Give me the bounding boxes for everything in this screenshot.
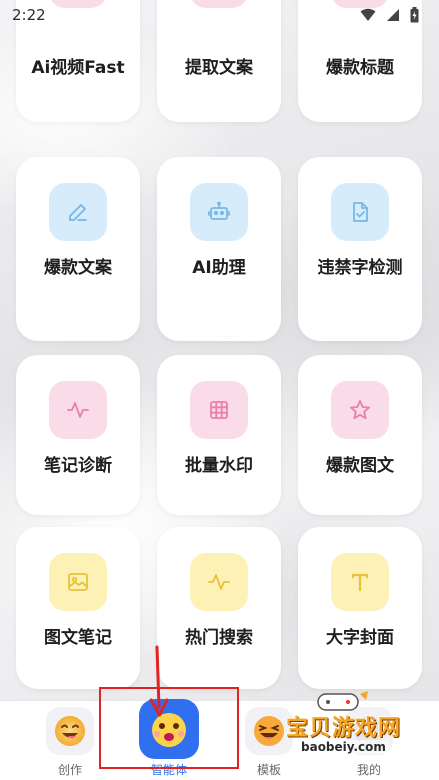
- image-icon: [68, 573, 88, 591]
- grid-icon: [210, 401, 228, 419]
- tool-label: 违禁字检测: [317, 258, 403, 278]
- watermark-text: 宝贝游戏网: [286, 716, 402, 741]
- tool-card-hot-graphic[interactable]: 爆款图文: [298, 355, 422, 515]
- tool-icon-bg: [331, 183, 389, 241]
- tool-label: 提取文案: [185, 58, 253, 78]
- tool-icon-bg: [331, 553, 389, 611]
- tool-label: 笔记诊断: [44, 456, 112, 476]
- signal-icon: [387, 9, 399, 21]
- status-bar: 2:22: [0, 0, 439, 30]
- tool-icon-bg: [49, 553, 107, 611]
- tool-label: 批量水印: [185, 456, 253, 476]
- tool-card-banned-word-check[interactable]: 违禁字检测: [298, 157, 422, 341]
- tool-label: Ai视频Fast: [31, 58, 125, 78]
- pulse-icon: [67, 402, 89, 418]
- tool-card-ai-assistant[interactable]: AI助理: [157, 157, 281, 341]
- tool-label: 爆款图文: [326, 456, 394, 476]
- tool-icon-bg: [49, 381, 107, 439]
- wifi-icon: [360, 8, 376, 21]
- tool-card-batch-watermark[interactable]: 批量水印: [157, 355, 281, 515]
- status-icons: [360, 7, 419, 23]
- tool-icon-bg: [190, 553, 248, 611]
- tool-label: 爆款文案: [44, 258, 112, 278]
- text-t-icon: [351, 573, 369, 592]
- tool-label: AI助理: [192, 258, 246, 278]
- tool-icon-bg: [190, 183, 248, 241]
- watermark-url: baobeiy.com: [298, 740, 389, 754]
- watermark-logo: 宝贝游戏网 baobeiy.com: [282, 690, 439, 780]
- tool-icon-bg: [190, 381, 248, 439]
- smiley-face-icon: [46, 707, 94, 755]
- gamepad-icon: [317, 691, 368, 711]
- tool-grid: Ai视频Fast 提取文案 爆款标题 爆款文案 AI助理 违禁字检测 笔记诊断: [0, 0, 439, 700]
- robot-icon: [208, 201, 230, 220]
- tool-label: 大字封面: [326, 628, 394, 648]
- annotation-arrow: [149, 645, 169, 717]
- pencil-icon: [69, 204, 87, 221]
- tool-card-hot-copy[interactable]: 爆款文案: [16, 157, 140, 341]
- tool-label: 图文笔记: [44, 628, 112, 648]
- tool-card-note-diagnosis[interactable]: 笔记诊断: [16, 355, 140, 515]
- tool-card-graphic-note[interactable]: 图文笔记: [16, 527, 140, 689]
- star-icon: [350, 400, 370, 420]
- battery-icon: [410, 7, 419, 23]
- document-check-icon: [353, 202, 368, 222]
- tool-icon-bg: [331, 381, 389, 439]
- tool-label: 爆款标题: [326, 58, 394, 78]
- tool-icon-bg: [49, 183, 107, 241]
- tool-card-big-text-cover[interactable]: 大字封面: [298, 527, 422, 689]
- pulse-icon: [208, 574, 230, 590]
- status-time: 2:22: [12, 6, 46, 24]
